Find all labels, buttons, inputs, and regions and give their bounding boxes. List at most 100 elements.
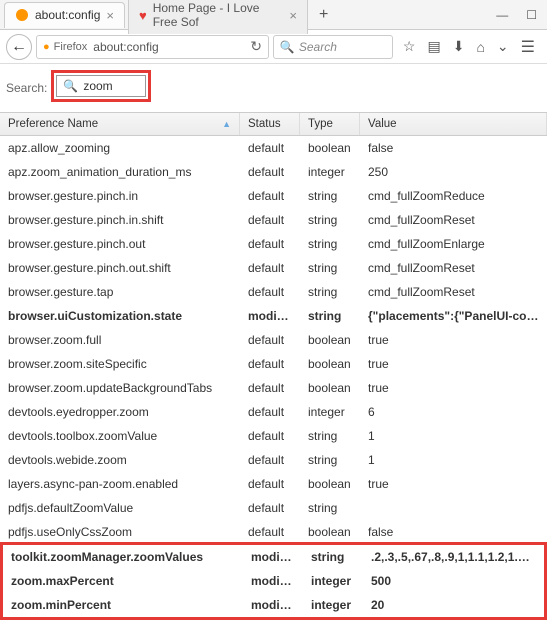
- cell-value: true: [360, 475, 547, 493]
- cell-value: 250: [360, 163, 547, 181]
- table-row[interactable]: pdfjs.useOnlyCssZoomdefaultbooleanfalse: [0, 520, 547, 544]
- cell-status: default: [240, 163, 300, 181]
- bookmark-star-icon[interactable]: ☆: [403, 38, 416, 55]
- cell-name: devtools.toolbox.zoomValue: [0, 427, 240, 445]
- cell-value: 500: [363, 572, 544, 590]
- cell-type: boolean: [300, 139, 360, 157]
- table-row[interactable]: devtools.webide.zoomdefaultstring1: [0, 448, 547, 472]
- table-row[interactable]: browser.zoom.fulldefaultbooleantrue: [0, 328, 547, 352]
- cell-value: true: [360, 355, 547, 373]
- tab-label: Home Page - I Love Free Sof: [153, 1, 284, 29]
- table-row[interactable]: pdfjs.defaultZoomValuedefaultstring: [0, 496, 547, 520]
- col-header-type[interactable]: Type: [300, 113, 360, 135]
- pref-search-input[interactable]: [83, 79, 143, 93]
- cell-type: boolean: [300, 379, 360, 397]
- firefox-icon: ●: [43, 41, 50, 53]
- table-row[interactable]: browser.gesture.tapdefaultstringcmd_full…: [0, 280, 547, 304]
- downloads-icon[interactable]: ⬇: [453, 38, 465, 55]
- cell-name: browser.zoom.full: [0, 331, 240, 349]
- cell-type: boolean: [300, 331, 360, 349]
- col-header-label: Preference Name: [8, 118, 98, 130]
- cell-value: cmd_fullZoomReset: [360, 259, 547, 277]
- pref-search-label: Search:: [6, 77, 47, 95]
- search-placeholder: Search: [299, 40, 337, 54]
- minimize-icon[interactable]: —: [496, 8, 508, 22]
- maximize-icon[interactable]: ☐: [526, 8, 537, 22]
- cell-status: default: [240, 283, 300, 301]
- table-row[interactable]: zoom.maxPercentmodifiedinteger500: [3, 569, 544, 593]
- reload-icon[interactable]: ↻: [250, 38, 262, 55]
- cell-value: false: [360, 523, 547, 541]
- cell-name: browser.gesture.pinch.in: [0, 187, 240, 205]
- cell-status: modified: [243, 572, 303, 590]
- cell-name: browser.gesture.pinch.in.shift: [0, 211, 240, 229]
- table-row[interactable]: layers.async-pan-zoom.enableddefaultbool…: [0, 472, 547, 496]
- search-icon: 🔍: [280, 40, 295, 54]
- tab-aboutconfig[interactable]: about:config ×: [4, 2, 125, 28]
- table-row[interactable]: browser.zoom.siteSpecificdefaultbooleant…: [0, 352, 547, 376]
- back-button[interactable]: ←: [6, 34, 32, 60]
- cell-type: string: [300, 211, 360, 229]
- highlight-outline: 🔍: [51, 70, 151, 102]
- cell-value: cmd_fullZoomReset: [360, 211, 547, 229]
- table-row[interactable]: devtools.toolbox.zoomValuedefaultstring1: [0, 424, 547, 448]
- table-row[interactable]: browser.gesture.pinch.outdefaultstringcm…: [0, 232, 547, 256]
- cell-type: integer: [300, 163, 360, 181]
- new-tab-button[interactable]: +: [311, 2, 336, 28]
- cell-value: cmd_fullZoomEnlarge: [360, 235, 547, 253]
- cell-status: default: [240, 331, 300, 349]
- col-header-status[interactable]: Status: [240, 113, 300, 135]
- cell-value: [360, 499, 547, 517]
- cell-value: true: [360, 379, 547, 397]
- table-row[interactable]: toolkit.zoomManager.zoomValuesmodifiedst…: [3, 545, 544, 569]
- identity-box[interactable]: ● Firefox: [43, 41, 87, 53]
- sort-indicator-icon: ▲: [222, 119, 231, 129]
- table-row[interactable]: browser.gesture.pinch.indefaultstringcmd…: [0, 184, 547, 208]
- table-row[interactable]: zoom.minPercentmodifiedinteger20: [3, 593, 544, 617]
- cell-status: modified: [240, 307, 300, 325]
- cell-name: browser.zoom.siteSpecific: [0, 355, 240, 373]
- cell-status: default: [240, 187, 300, 205]
- cell-value: false: [360, 139, 547, 157]
- table-row[interactable]: apz.allow_zoomingdefaultbooleanfalse: [0, 136, 547, 160]
- cell-type: boolean: [300, 355, 360, 373]
- url-bar[interactable]: ● Firefox about:config ↻: [36, 35, 269, 59]
- close-icon[interactable]: ×: [289, 8, 297, 23]
- cell-name: browser.gesture.tap: [0, 283, 240, 301]
- search-bar[interactable]: 🔍 Search: [273, 35, 393, 59]
- close-icon[interactable]: ×: [106, 8, 114, 23]
- cell-status: default: [240, 475, 300, 493]
- table-row[interactable]: browser.uiCustomization.statemodifiedstr…: [0, 304, 547, 328]
- menu-icon[interactable]: ☰: [521, 37, 535, 57]
- identity-label: Firefox: [54, 41, 88, 53]
- library-icon[interactable]: ▤: [427, 38, 440, 55]
- cell-status: default: [240, 451, 300, 469]
- cell-name: browser.uiCustomization.state: [0, 307, 240, 325]
- cell-name: pdfjs.defaultZoomValue: [0, 499, 240, 517]
- cell-value: 1: [360, 427, 547, 445]
- cell-name: zoom.minPercent: [3, 596, 243, 614]
- cell-value: 1: [360, 451, 547, 469]
- window-controls: — ☐: [496, 8, 547, 22]
- tab-bar: about:config × ♥ Home Page - I Love Free…: [0, 0, 547, 30]
- pocket-icon[interactable]: ⌄: [497, 38, 509, 55]
- cell-name: toolkit.zoomManager.zoomValues: [3, 548, 243, 566]
- cell-value: 6: [360, 403, 547, 421]
- cell-status: default: [240, 211, 300, 229]
- tab-homepage[interactable]: ♥ Home Page - I Love Free Sof ×: [128, 0, 308, 34]
- cell-name: browser.gesture.pinch.out: [0, 235, 240, 253]
- cell-type: string: [300, 427, 360, 445]
- table-row[interactable]: devtools.eyedropper.zoomdefaultinteger6: [0, 400, 547, 424]
- col-header-value[interactable]: Value: [360, 113, 547, 135]
- pref-search-box[interactable]: 🔍: [56, 75, 146, 97]
- table-row[interactable]: browser.zoom.updateBackgroundTabsdefault…: [0, 376, 547, 400]
- cell-type: string: [300, 187, 360, 205]
- home-icon[interactable]: ⌂: [476, 39, 484, 55]
- cell-value: {"placements":{"PanelUI-contents":["edit…: [360, 307, 547, 325]
- cell-status: default: [240, 523, 300, 541]
- table-row[interactable]: browser.gesture.pinch.out.shiftdefaultst…: [0, 256, 547, 280]
- table-row[interactable]: apz.zoom_animation_duration_msdefaultint…: [0, 160, 547, 184]
- col-header-name[interactable]: Preference Name ▲: [0, 113, 240, 135]
- pref-rows: apz.allow_zoomingdefaultbooleanfalseapz.…: [0, 136, 547, 544]
- table-row[interactable]: browser.gesture.pinch.in.shiftdefaultstr…: [0, 208, 547, 232]
